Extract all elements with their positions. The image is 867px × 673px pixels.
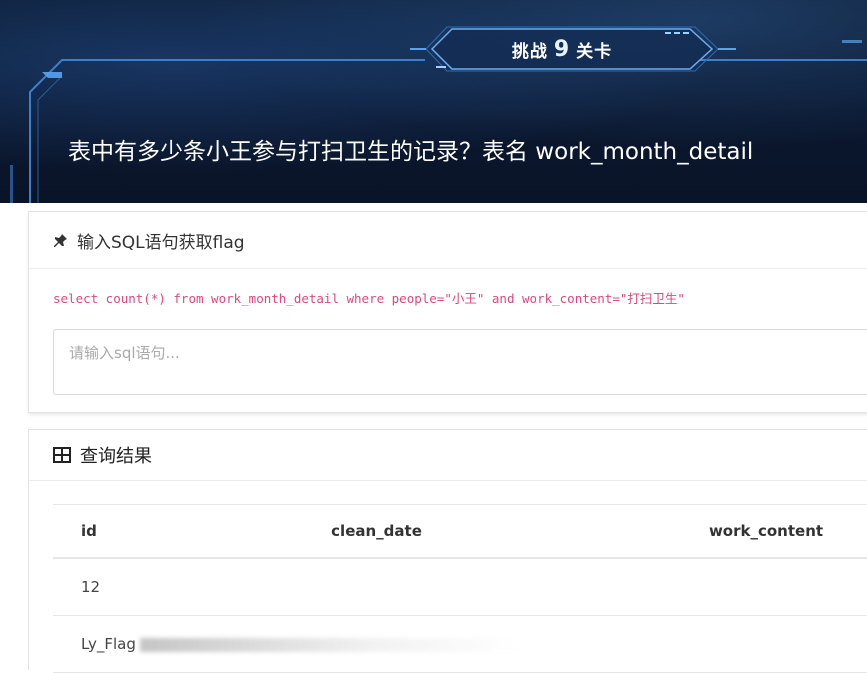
query-result-panel: 查询结果 id clean_date work_content 12 Ly_Fl…	[28, 429, 867, 673]
sql-hint-text: select count(*) from work_month_detail w…	[53, 291, 685, 306]
level-suffix: 关卡	[576, 41, 613, 62]
table-icon	[53, 447, 71, 463]
sql-input-panel: 输入SQL语句获取flag select count(*) from work_…	[28, 211, 867, 413]
result-panel-title: 查询结果	[80, 446, 152, 467]
flag-label: Ly_Flag	[81, 635, 136, 653]
cell-work-content	[708, 558, 867, 616]
level-number: 9	[553, 36, 571, 62]
sql-panel-title: 输入SQL语句获取flag	[77, 232, 245, 253]
cell-clean-date	[331, 558, 709, 616]
result-table: id clean_date work_content 12 Ly_Flag	[53, 504, 867, 673]
table-header-row: id clean_date work_content	[53, 504, 867, 559]
pushpin-icon	[54, 232, 67, 247]
cell-flag: Ly_Flag	[53, 615, 709, 673]
sql-panel-header: 输入SQL语句获取flag	[29, 212, 867, 269]
level-badge: 挑战 9 关卡	[421, 27, 703, 71]
cell-id: 12	[53, 558, 332, 616]
table-row: Ly_Flag	[53, 615, 867, 673]
blurred-flag-value	[139, 637, 520, 652]
result-panel-header: 查询结果	[29, 430, 867, 481]
challenge-banner: 挑战 9 关卡 表中有多少条小王参与打扫卫生的记录？表名 work_month_…	[0, 0, 867, 203]
sql-input[interactable]	[53, 329, 867, 395]
level-prefix: 挑战	[511, 41, 548, 62]
column-header-clean-date: clean_date	[331, 504, 709, 559]
challenge-question: 表中有多少条小王参与打扫卫生的记录？表名 work_month_detail	[68, 139, 754, 165]
cell-work-content	[708, 615, 867, 673]
table-row: 12	[53, 558, 867, 616]
column-header-id: id	[53, 504, 332, 559]
column-header-work-content: work_content	[708, 504, 867, 559]
